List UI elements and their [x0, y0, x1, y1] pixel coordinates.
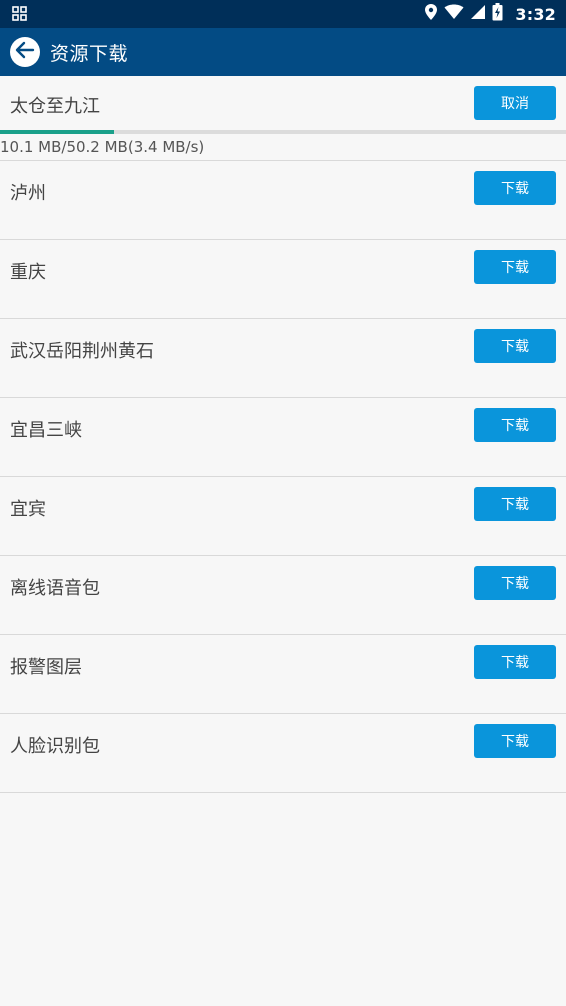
list-item-name: 宜宾	[10, 499, 46, 520]
battery-icon	[492, 3, 503, 25]
list-item-name: 人脸识别包	[10, 736, 100, 757]
grid-icon	[12, 6, 28, 22]
list-item-name: 离线语音包	[10, 578, 100, 599]
download-progress-bar	[0, 130, 566, 134]
list-item: 报警图层 下载	[0, 635, 566, 714]
wifi-icon	[444, 4, 464, 24]
back-button[interactable]	[10, 37, 40, 67]
download-button[interactable]: 下载	[474, 487, 556, 521]
download-progress-text: 10.1 MB/50.2 MB(3.4 MB/s)	[0, 138, 205, 156]
status-bar: 3:32	[0, 0, 566, 28]
list-item-name: 泸州	[10, 183, 46, 204]
list-item: 泸州 下载	[0, 161, 566, 240]
active-download-name: 太仓至九江	[10, 96, 100, 117]
status-time: 3:32	[515, 4, 556, 24]
list-item-name: 宜昌三峡	[10, 420, 82, 441]
list-item: 重庆 下载	[0, 240, 566, 319]
download-button[interactable]: 下载	[474, 566, 556, 600]
download-button[interactable]: 下载	[474, 329, 556, 363]
page-title: 资源下载	[50, 42, 129, 65]
download-button[interactable]: 下载	[474, 645, 556, 679]
list-item-name: 武汉岳阳荆州黄石	[10, 341, 154, 362]
list-item-name: 重庆	[10, 262, 46, 283]
list-item: 离线语音包 下载	[0, 556, 566, 635]
back-arrow-icon	[14, 39, 36, 65]
app-bar: 资源下载	[0, 28, 566, 76]
download-progress-fill	[0, 130, 114, 134]
location-icon	[424, 3, 438, 25]
download-button[interactable]: 下载	[474, 250, 556, 284]
download-button[interactable]: 下载	[474, 408, 556, 442]
list-item: 人脸识别包 下载	[0, 714, 566, 793]
list-item: 武汉岳阳荆州黄石 下载	[0, 319, 566, 398]
list-item: 宜宾 下载	[0, 477, 566, 556]
download-button[interactable]: 下载	[474, 171, 556, 205]
active-download-item: 太仓至九江 取消 10.1 MB/50.2 MB(3.4 MB/s)	[0, 76, 566, 161]
cancel-button[interactable]: 取消	[474, 86, 556, 120]
download-button[interactable]: 下载	[474, 724, 556, 758]
signal-icon	[470, 4, 486, 24]
download-list: 太仓至九江 取消 10.1 MB/50.2 MB(3.4 MB/s) 泸州 下载…	[0, 76, 566, 793]
list-item: 宜昌三峡 下载	[0, 398, 566, 477]
list-item-name: 报警图层	[10, 657, 82, 678]
